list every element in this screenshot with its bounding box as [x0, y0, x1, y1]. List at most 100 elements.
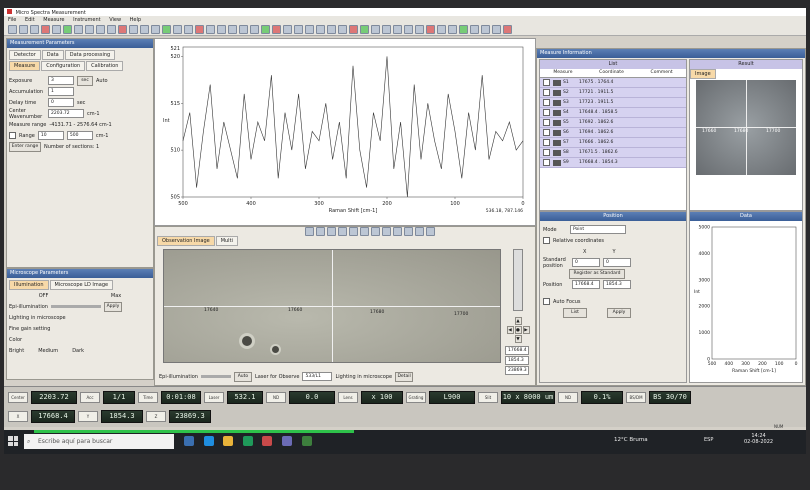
toolbar-tool-icon[interactable]: [151, 25, 160, 34]
tool-icon[interactable]: [349, 227, 358, 236]
result-image[interactable]: 17660 17680 17700: [696, 80, 796, 175]
bright-option[interactable]: Bright: [9, 348, 24, 354]
toolbar-tool-icon[interactable]: [470, 25, 479, 34]
tab-multi[interactable]: Multi: [215, 236, 238, 246]
toolbar-tool-icon[interactable]: [283, 25, 292, 34]
file-explorer-icon[interactable]: [223, 436, 234, 446]
toolbar-tool-icon[interactable]: [129, 25, 138, 34]
toolbar-tool-icon[interactable]: [41, 25, 50, 34]
microscope-image[interactable]: 17640 17660 17680 17700: [163, 249, 501, 363]
tool-icon[interactable]: [305, 227, 314, 236]
arrow-up-button[interactable]: ▲: [514, 317, 522, 325]
toolbar-tool-icon[interactable]: [349, 25, 358, 34]
toolbar-tool-icon[interactable]: [503, 25, 512, 34]
toolbar-tool-icon[interactable]: [404, 25, 413, 34]
tab-data[interactable]: Data: [41, 50, 64, 60]
tool-icon[interactable]: [360, 227, 369, 236]
tool-icon[interactable]: [393, 227, 402, 236]
menu-measure[interactable]: Measure: [43, 17, 64, 23]
tool-icon[interactable]: [338, 227, 347, 236]
row-checkbox[interactable]: [543, 149, 550, 156]
relative-checkbox[interactable]: [543, 237, 550, 244]
column-header[interactable]: Measure: [553, 69, 572, 77]
tab-result-image[interactable]: Image: [690, 69, 716, 79]
autofocus-checkbox[interactable]: [543, 298, 550, 305]
measure-list-row[interactable]: S3 17723 . 1911.5: [540, 98, 686, 108]
measure-list-row[interactable]: S9 17668.4 . 1854.3: [540, 158, 686, 168]
toolbar-tool-icon[interactable]: [261, 25, 270, 34]
center-input[interactable]: 2203.72: [48, 109, 84, 118]
toolbar-tool-icon[interactable]: [272, 25, 281, 34]
exposure-unit[interactable]: sec: [77, 75, 93, 86]
accumulation-input[interactable]: 1: [48, 87, 74, 96]
toolbar-tool-icon[interactable]: [206, 25, 215, 34]
toolbar-tool-icon[interactable]: [316, 25, 325, 34]
range-checkbox[interactable]: [9, 132, 16, 139]
toolbar-tool-icon[interactable]: [30, 25, 39, 34]
tool-icon[interactable]: [404, 227, 413, 236]
toolbar-tool-icon[interactable]: [118, 25, 127, 34]
column-header[interactable]: Coordinate: [599, 69, 624, 77]
mode-select[interactable]: Point: [570, 225, 626, 234]
toolbar-tool-icon[interactable]: [85, 25, 94, 34]
position-x-input[interactable]: 17668.4: [572, 280, 600, 289]
measure-list-row[interactable]: S5 17692 . 1862.6: [540, 118, 686, 128]
tool-icon[interactable]: [371, 227, 380, 236]
app-icon[interactable]: [281, 436, 292, 446]
toolbar-tool-icon[interactable]: [393, 25, 402, 34]
detail-button[interactable]: Detail: [395, 371, 414, 382]
position-y-input[interactable]: 1854.3: [603, 280, 631, 289]
toolbar-tool-icon[interactable]: [294, 25, 303, 34]
excel-icon[interactable]: [301, 436, 312, 446]
toolbar-tool-icon[interactable]: [107, 25, 116, 34]
toolbar-tool-icon[interactable]: [448, 25, 457, 34]
toolbar-tool-icon[interactable]: [426, 25, 435, 34]
range-from-input[interactable]: 10: [37, 131, 64, 140]
toolbar-tool-icon[interactable]: [195, 25, 204, 34]
list-button[interactable]: List: [563, 307, 587, 318]
windows-start-icon[interactable]: [8, 436, 18, 446]
app-icon[interactable]: [262, 436, 273, 446]
toolbar-tool-icon[interactable]: [63, 25, 72, 34]
row-checkbox[interactable]: [543, 139, 550, 146]
auto-label[interactable]: Auto: [96, 78, 108, 84]
arrow-right-button[interactable]: ▶: [522, 326, 530, 334]
tab-data-processing[interactable]: Data processing: [64, 50, 116, 60]
measure-list-row[interactable]: S6 17694 . 1862.6: [540, 128, 686, 138]
weather-widget[interactable]: 12°C Bruma: [614, 437, 648, 443]
dark-option[interactable]: Dark: [72, 348, 84, 354]
task-view-icon[interactable]: [184, 436, 194, 446]
edge-icon[interactable]: [203, 436, 214, 446]
color-label[interactable]: Color: [9, 337, 22, 343]
toolbar-tool-icon[interactable]: [217, 25, 226, 34]
toolbar-tool-icon[interactable]: [492, 25, 501, 34]
toolbar-tool-icon[interactable]: [96, 25, 105, 34]
epi-slider[interactable]: [50, 305, 101, 308]
measure-list-row[interactable]: S8 17671.5 . 1862.6: [540, 148, 686, 158]
column-header[interactable]: Comment: [651, 69, 673, 77]
focus-slider[interactable]: [513, 249, 523, 311]
row-checkbox[interactable]: [543, 79, 550, 86]
toolbar-tool-icon[interactable]: [184, 25, 193, 34]
arrow-left-button[interactable]: ◀: [506, 326, 514, 334]
toolbar-tool-icon[interactable]: [305, 25, 314, 34]
measure-list-row[interactable]: S2 17721 . 1911.5: [540, 88, 686, 98]
toolbar-tool-icon[interactable]: [239, 25, 248, 34]
enter-range-button[interactable]: Enter range: [9, 141, 41, 152]
arrow-down-button[interactable]: ▼: [514, 335, 522, 343]
apply-position-button[interactable]: Apply: [607, 307, 631, 318]
tool-icon[interactable]: [327, 227, 336, 236]
store-icon[interactable]: [242, 436, 253, 446]
row-checkbox[interactable]: [543, 109, 550, 116]
row-checkbox[interactable]: [543, 129, 550, 136]
tab-configuration[interactable]: Configuration: [41, 61, 86, 71]
toolbar-tool-icon[interactable]: [162, 25, 171, 34]
delay-input[interactable]: 0: [48, 98, 74, 107]
measure-list-row[interactable]: S4 17648.4 . 1858.5: [540, 108, 686, 118]
menu-view[interactable]: View: [109, 17, 121, 23]
toolbar-tool-icon[interactable]: [481, 25, 490, 34]
medium-option[interactable]: Medium: [38, 348, 58, 354]
stage-center-button[interactable]: ●: [514, 326, 522, 334]
standard-y-input[interactable]: 0: [603, 258, 631, 267]
measure-list-row[interactable]: S1 17675 . 1764.4: [540, 78, 686, 88]
